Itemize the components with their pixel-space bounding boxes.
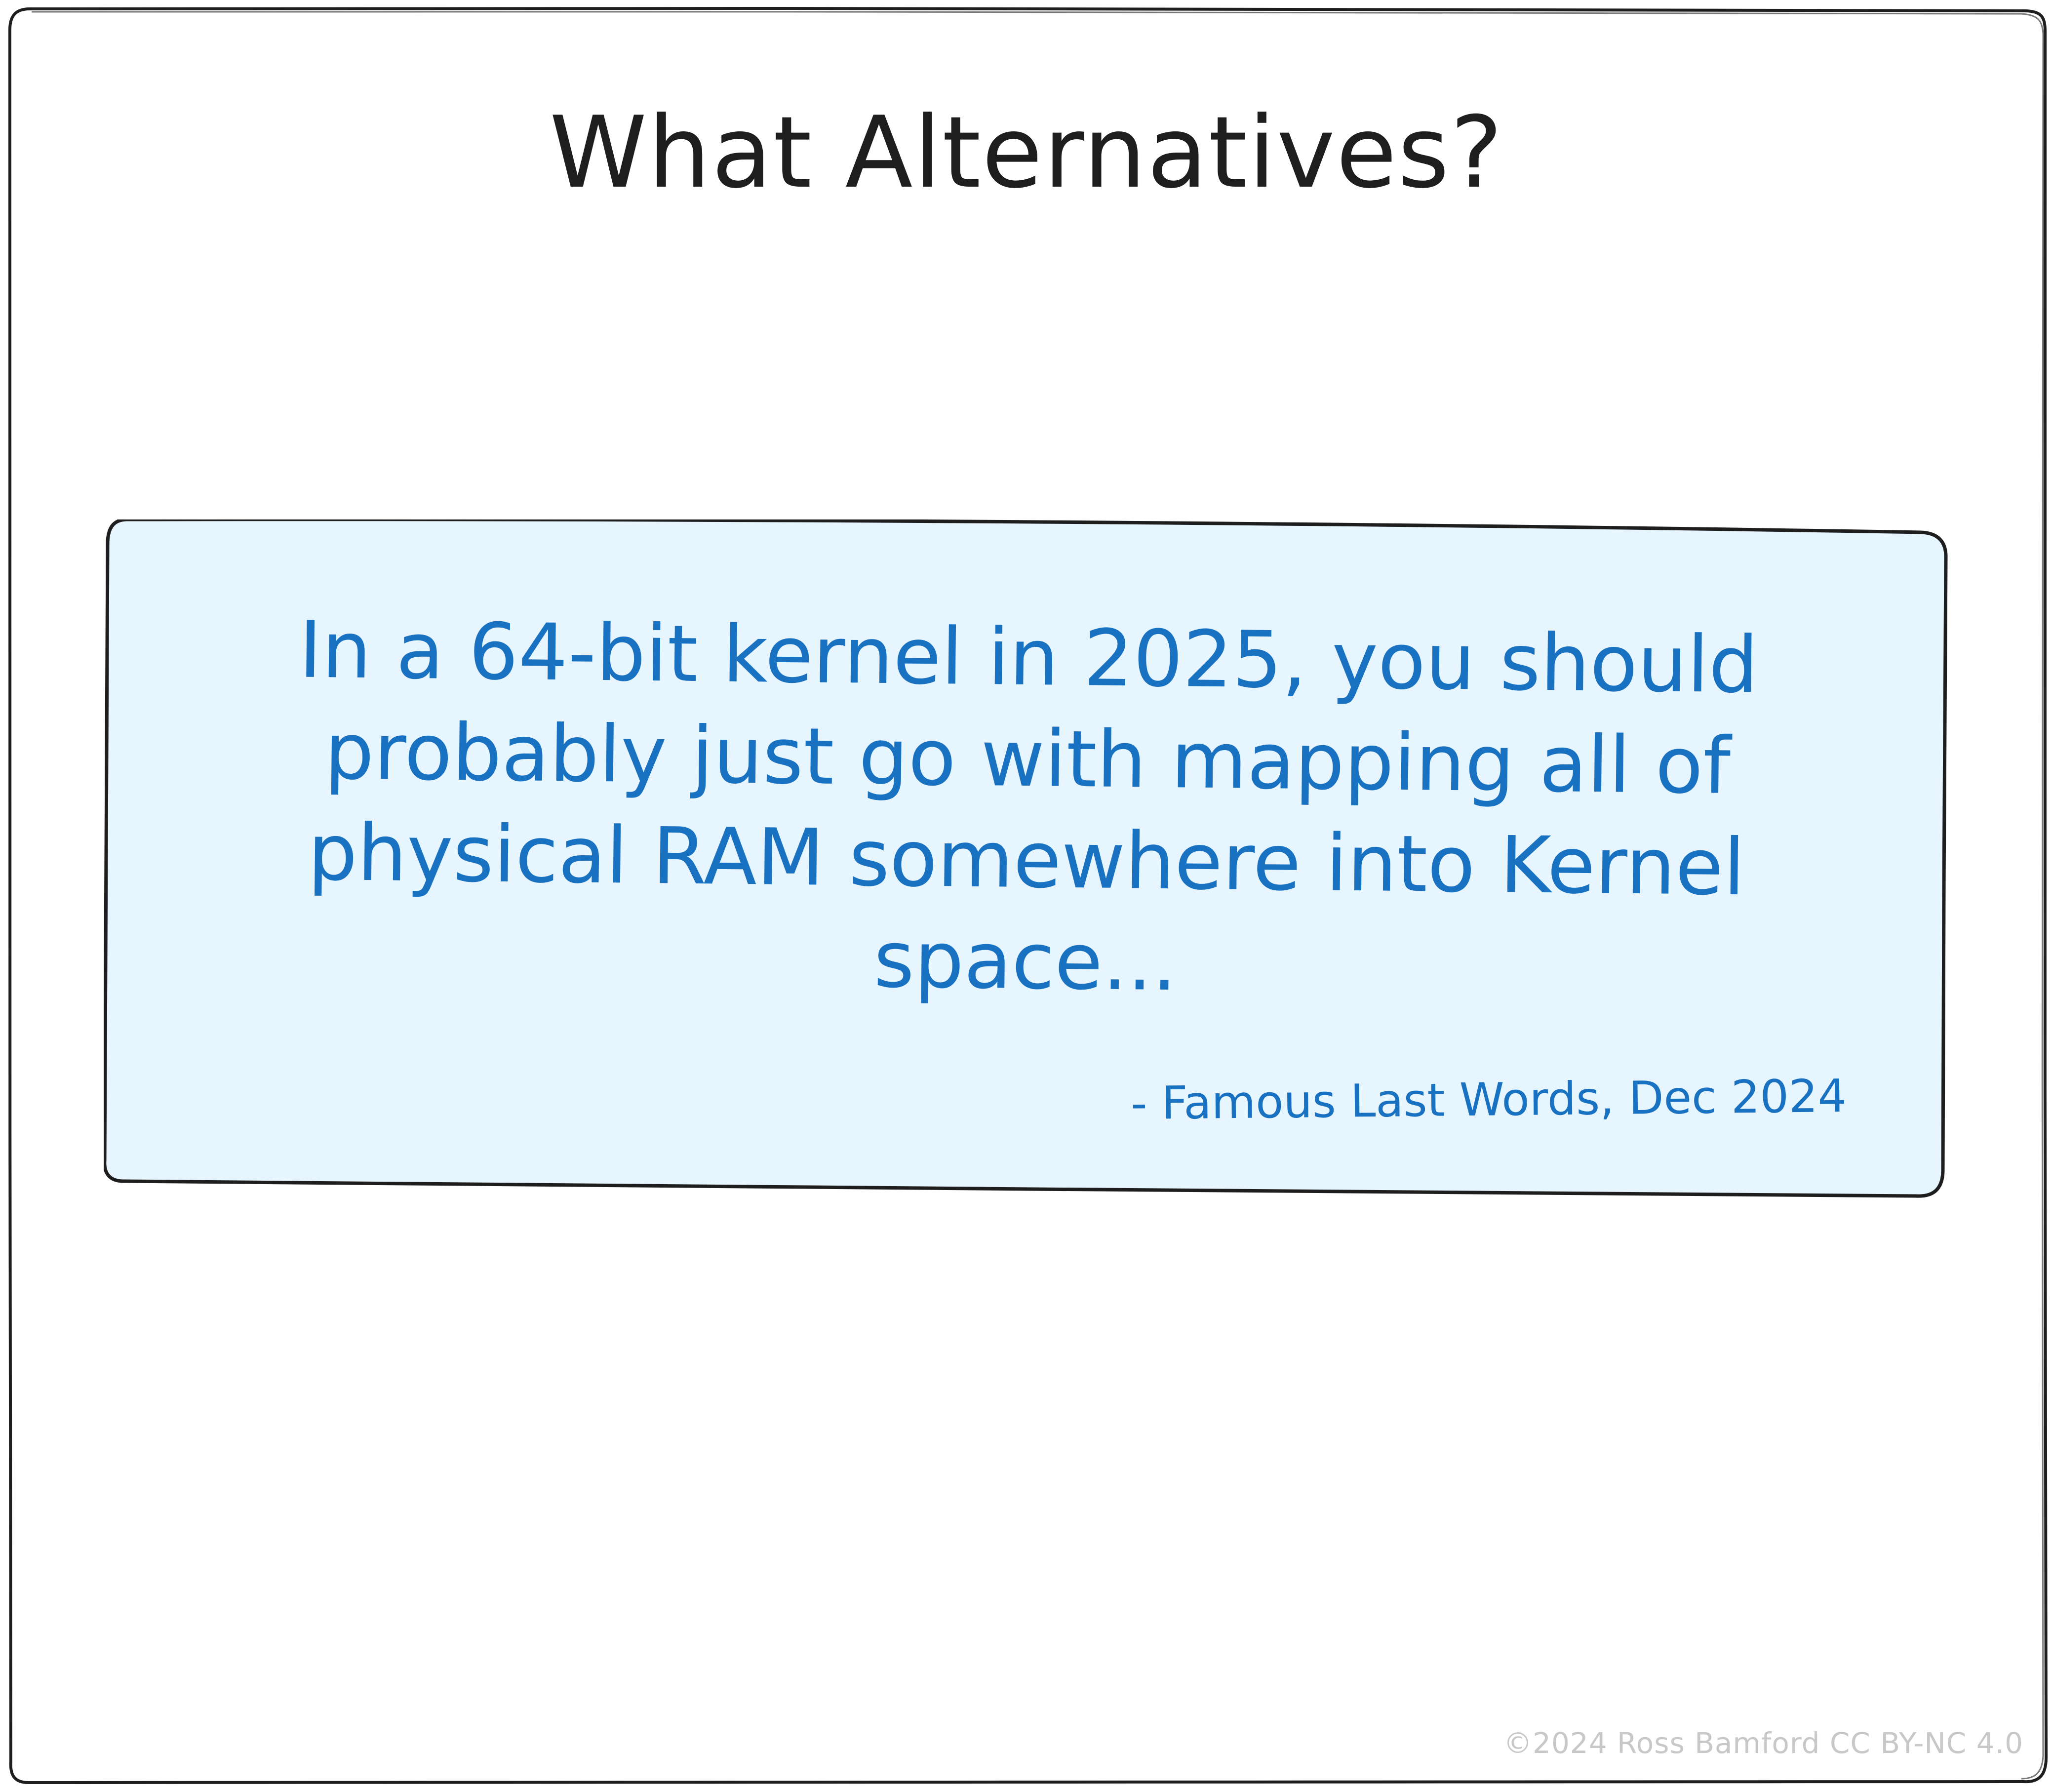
quote-attribution: - Famous Last Words, Dec 2024 [1130, 1070, 1847, 1130]
page-title: What Alternatives? [549, 95, 1504, 210]
quote-text: In a 64-bit kernel in 2025, you should p… [298, 604, 1759, 1009]
copyright-notice: ©2024 Ross Bamford CC BY-NC 4.0 [1503, 1726, 2023, 1760]
